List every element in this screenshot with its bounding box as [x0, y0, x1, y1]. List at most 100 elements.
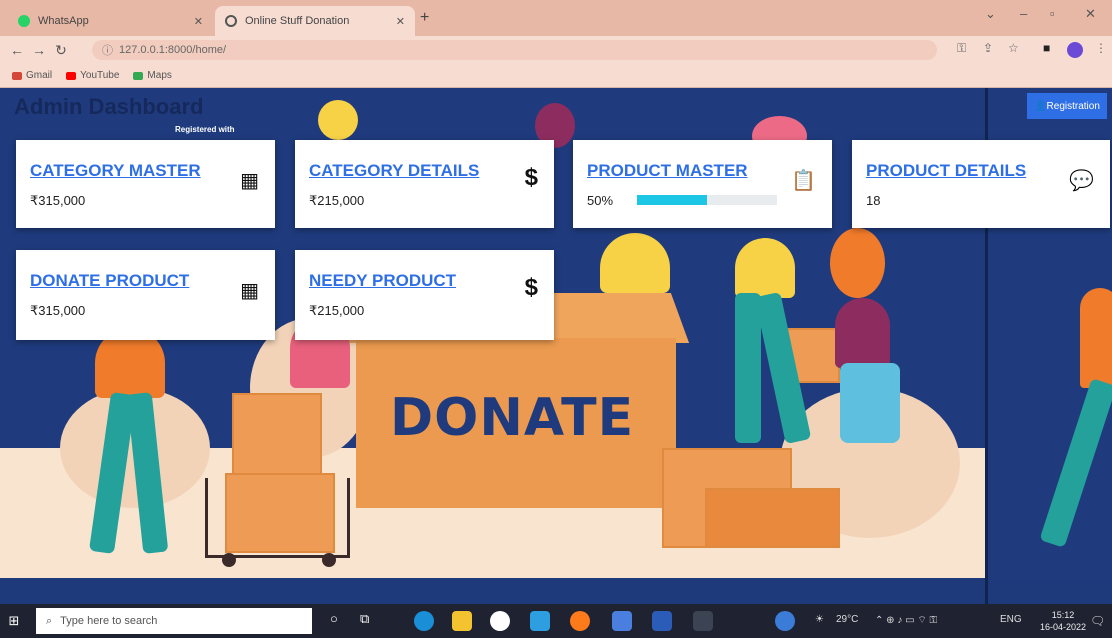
browser-toolbar: ← → ↻ ⓘ 127.0.0.1:8000/home/ ⚿ ⇪ ☆ ■ ⋮: [0, 36, 1112, 64]
card-value: ₹315,000: [30, 303, 86, 318]
person-leg: [735, 293, 761, 443]
calendar-icon: ▦: [240, 280, 259, 302]
notifications-icon[interactable]: 🗨: [1090, 614, 1105, 628]
address-bar[interactable]: ⓘ 127.0.0.1:8000/home/: [92, 40, 937, 60]
person-head: [318, 100, 358, 140]
tab-search-icon[interactable]: ⌄: [985, 6, 996, 22]
cart-wheel: [322, 553, 336, 567]
terminal-icon[interactable]: [693, 611, 713, 631]
bookmark-maps[interactable]: Maps: [133, 70, 172, 81]
card-category-master: CATEGORY MASTER ₹315,000 ▦: [16, 140, 275, 228]
progress-fill: [637, 195, 707, 205]
page-viewport: DONATE Admin Dashboard Registered with 👤…: [0, 88, 1112, 604]
registered-caption: Registered with: [175, 125, 235, 134]
card-category-details: CATEGORY DETAILS ₹215,000 $: [295, 140, 554, 228]
system-tray-icons[interactable]: ⌃ ⊕ ♪ ▭ ⌔ ⚿: [875, 614, 937, 627]
card-needy-product: NEEDY PRODUCT ₹215,000 $: [295, 250, 554, 340]
back-icon[interactable]: ←: [6, 42, 28, 58]
app-icon[interactable]: [775, 611, 795, 631]
taskbar-clock[interactable]: 15:12 16-04-2022: [1040, 609, 1086, 633]
person-figure: [840, 363, 900, 443]
edge-icon[interactable]: [414, 611, 434, 631]
chrome-icon[interactable]: [612, 611, 632, 631]
bookmark-label: Maps: [147, 70, 172, 81]
windows-taskbar: ⊞ ⌕ Type here to search ○ ⧉ ☀ 29°C ⌃ ⊕ ♪…: [0, 604, 1112, 638]
language-indicator[interactable]: ENG: [1000, 614, 1022, 625]
weather-text: 29°C: [836, 614, 859, 625]
word-icon[interactable]: [652, 611, 672, 631]
firefox-icon[interactable]: [570, 611, 590, 631]
share-icon[interactable]: ⇪: [983, 41, 993, 55]
tab-online-stuff-donation[interactable]: Online Stuff Donation ✕: [215, 6, 415, 36]
url-text: 127.0.0.1:8000/home/: [119, 44, 227, 56]
minimize-icon[interactable]: –: [1020, 6, 1027, 21]
close-icon[interactable]: ✕: [194, 15, 203, 28]
browser-tabstrip: WhatsApp ✕ Online Stuff Donation ✕ + ⌄ –…: [0, 0, 1112, 36]
cortana-icon[interactable]: ○: [330, 611, 350, 631]
youtube-icon: [66, 71, 77, 80]
card-product-master: PRODUCT MASTER 50% 📋: [573, 140, 832, 228]
menu-icon[interactable]: ⋮: [1095, 41, 1107, 55]
globe-icon: [225, 15, 237, 27]
side-box: [705, 488, 840, 548]
info-icon: ⓘ: [102, 45, 113, 57]
mail-icon[interactable]: [530, 611, 550, 631]
file-explorer-icon[interactable]: [452, 611, 472, 631]
registration-label: Registration: [1046, 100, 1100, 112]
person-figure: [835, 298, 890, 368]
person-figure: [735, 238, 795, 298]
weather-icon: ☀: [815, 614, 824, 625]
card-title-link[interactable]: DONATE PRODUCT: [30, 271, 189, 291]
comments-icon: 💬: [1069, 170, 1094, 192]
tab-title: WhatsApp: [38, 15, 89, 27]
task-view-icon[interactable]: ⧉: [360, 611, 380, 631]
cart: [205, 478, 350, 558]
windows-start-icon[interactable]: ⊞: [0, 604, 28, 638]
card-value: ₹215,000: [309, 303, 365, 318]
search-placeholder: Type here to search: [60, 615, 158, 627]
person-figure: [1080, 288, 1112, 388]
tab-whatsapp[interactable]: WhatsApp ✕: [8, 6, 213, 36]
bookmark-label: YouTube: [80, 70, 120, 81]
clock-time: 15:12: [1051, 610, 1075, 620]
search-icon: ⌕: [46, 614, 53, 627]
calendar-icon: ▦: [240, 170, 259, 192]
bookmark-label: Gmail: [26, 70, 53, 81]
forward-icon[interactable]: →: [28, 42, 50, 58]
card-title-link[interactable]: PRODUCT MASTER: [587, 161, 748, 181]
whatsapp-icon: [18, 15, 30, 27]
card-donate-product: DONATE PRODUCT ₹315,000 ▦: [16, 250, 275, 340]
card-title-link[interactable]: PRODUCT DETAILS: [866, 161, 1026, 181]
window-close-icon[interactable]: ✕: [1085, 6, 1096, 22]
bookmark-youtube[interactable]: YouTube: [66, 70, 119, 81]
avatar[interactable]: [1067, 42, 1083, 58]
reload-icon[interactable]: ↻: [50, 42, 72, 59]
card-value: 50%: [587, 193, 614, 208]
restore-icon[interactable]: ▫: [1050, 6, 1055, 21]
key-icon[interactable]: ⚿: [957, 41, 966, 56]
gmail-icon: [12, 71, 22, 80]
card-value: ₹315,000: [30, 193, 86, 208]
close-icon[interactable]: ✕: [396, 15, 405, 28]
github-icon[interactable]: [490, 611, 510, 631]
bookmark-gmail[interactable]: Gmail: [12, 70, 52, 81]
dollar-icon: $: [524, 274, 538, 301]
cart-wheel: [222, 553, 236, 567]
hero-bottom-band: [0, 578, 1112, 604]
card-title-link[interactable]: CATEGORY MASTER: [30, 161, 201, 181]
card-title-link[interactable]: NEEDY PRODUCT: [309, 271, 456, 291]
card-title-link[interactable]: CATEGORY DETAILS: [309, 161, 479, 181]
stacked-box: [232, 393, 322, 478]
person-leg: [1039, 378, 1112, 548]
dollar-icon: $: [524, 164, 538, 191]
card-product-details: PRODUCT DETAILS 18 💬: [852, 140, 1110, 228]
tab-title: Online Stuff Donation: [245, 15, 350, 27]
card-value: 18: [866, 193, 881, 208]
new-tab-button[interactable]: +: [420, 9, 429, 27]
sidebar-icon[interactable]: ■: [1043, 41, 1050, 55]
registration-button[interactable]: 👤 Registration: [1027, 93, 1107, 119]
taskbar-search-input[interactable]: ⌕ Type here to search: [36, 608, 312, 634]
bookmarks-bar: Gmail YouTube Maps: [0, 64, 1112, 88]
page-title: Admin Dashboard: [14, 94, 204, 119]
bookmark-star-icon[interactable]: ☆: [1008, 41, 1019, 55]
